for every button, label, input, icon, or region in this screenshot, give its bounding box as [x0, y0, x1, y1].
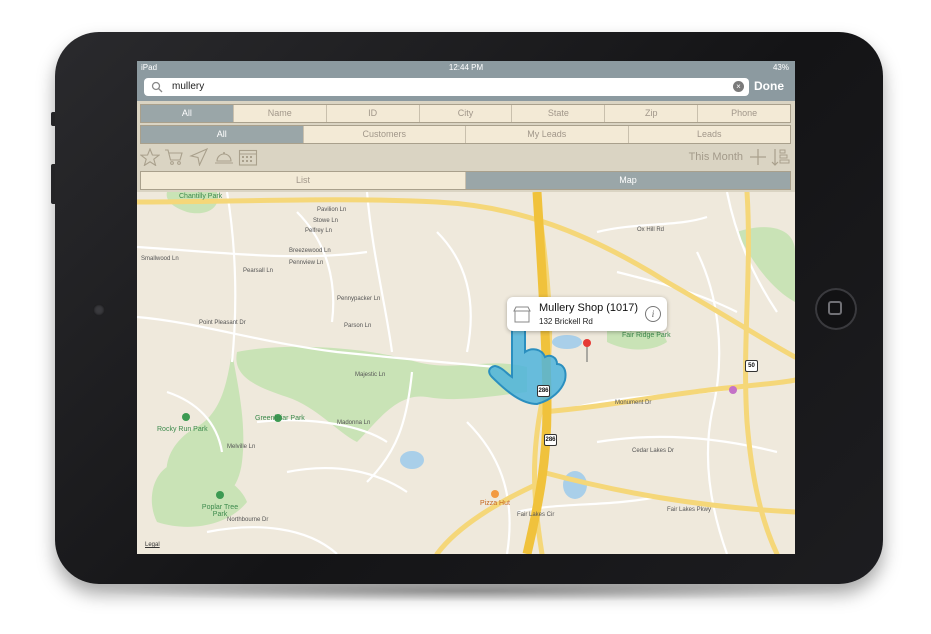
field-filter-name[interactable]: Name	[233, 105, 327, 122]
view-toggle: List Map	[140, 171, 791, 190]
sort-icon[interactable]	[771, 147, 791, 167]
front-camera	[93, 304, 105, 316]
service-bell-icon[interactable]	[214, 148, 234, 166]
pond-3	[552, 335, 582, 349]
road-label: Parson Ln	[344, 323, 372, 329]
search-input[interactable]: mullery ×	[144, 78, 749, 96]
park-label: Poplar Tree Park	[201, 504, 239, 518]
route-286-shield: 286	[537, 385, 550, 397]
road-label: Pelfrey Ln	[305, 228, 333, 234]
filter-header: mullery × Done All Name ID City State Zi…	[137, 74, 795, 192]
list-view-tab[interactable]: List	[141, 172, 466, 189]
road-label: Melville Ln	[227, 444, 256, 450]
app-screen: iPad 12:44 PM 43% mullery × Done All Nam…	[137, 61, 795, 554]
poi-marker-icon[interactable]	[729, 386, 737, 394]
road-label: Madonna Ln	[337, 420, 371, 426]
shop-icon	[513, 306, 531, 323]
type-filter-leads[interactable]: Leads	[628, 126, 790, 143]
map-canvas	[137, 192, 795, 554]
field-filter-zip[interactable]: Zip	[605, 105, 699, 122]
pond-2	[563, 471, 587, 499]
road-label: Ox Hill Rd	[637, 227, 665, 233]
navigate-icon[interactable]	[189, 148, 209, 166]
field-filter-all[interactable]: All	[141, 105, 234, 122]
cart-icon[interactable]	[164, 148, 184, 166]
location-pin-icon[interactable]	[583, 339, 591, 362]
route-50-shield: 50	[745, 360, 758, 372]
pizza-hut-label: Pizza Hut	[480, 500, 510, 507]
toolbar: This Month	[137, 146, 795, 168]
field-filter-state[interactable]: State	[512, 105, 606, 122]
park-label: Chantilly Park	[179, 193, 223, 200]
plus-icon[interactable]	[749, 148, 767, 166]
map-view[interactable]: 286 286 50 Chantilly Park Rocky Run Park…	[137, 192, 795, 554]
road-label: Pavilion Ln	[317, 207, 347, 213]
status-bar: iPad 12:44 PM 43%	[137, 61, 795, 74]
search-icon	[151, 81, 163, 93]
home-button[interactable]	[815, 288, 857, 330]
star-icon[interactable]	[140, 148, 160, 166]
callout-title: Mullery Shop (1017)	[539, 302, 639, 314]
type-filter-all[interactable]: All	[141, 126, 304, 143]
road-label: Majestic Ln	[355, 372, 386, 378]
field-filter-id[interactable]: ID	[326, 105, 420, 122]
map-view-tab[interactable]: Map	[466, 172, 790, 189]
road-label: Northbourne Dr	[227, 517, 269, 523]
park-label: Fair Ridge Park	[622, 332, 671, 339]
info-icon[interactable]: i	[645, 306, 661, 322]
road-label: Fair Lakes Pkwy	[667, 507, 712, 513]
home-square-icon	[828, 301, 842, 315]
rocky-run-park-marker-icon	[182, 413, 190, 421]
status-time: 12:44 PM	[448, 63, 484, 72]
park-label: Rocky Run Park	[157, 426, 208, 433]
period-label[interactable]: This Month	[689, 151, 743, 163]
type-filter-my-leads[interactable]: My Leads	[466, 126, 629, 143]
location-callout[interactable]: Mullery Shop (1017) 132 Brickell Rd i	[507, 297, 667, 331]
clear-search-icon[interactable]: ×	[733, 81, 744, 92]
type-filter-segment: All Customers My Leads Leads	[140, 125, 791, 144]
type-filter-customers[interactable]: Customers	[303, 126, 466, 143]
field-filter-city[interactable]: City	[419, 105, 513, 122]
calendar-icon[interactable]	[238, 148, 258, 166]
road-label: Pennypacker Ln	[337, 296, 381, 302]
field-filter-phone[interactable]: Phone	[698, 105, 791, 122]
legal-link[interactable]: Legal	[145, 542, 160, 548]
park-area-greenbriar	[236, 346, 527, 442]
battery-label: 43%	[772, 63, 789, 72]
field-filter-segment: All Name ID City State Zip Phone	[140, 104, 791, 123]
road-label: Pearsall Ln	[243, 268, 274, 274]
callout-address: 132 Brickell Rd	[539, 317, 593, 326]
road-label: Breezewood Ln	[289, 248, 331, 254]
road-label: Monument Dr	[615, 400, 652, 406]
road-label: Fair Lakes Cir	[517, 512, 555, 518]
search-bar: mullery × Done	[137, 74, 795, 101]
pizza-hut-marker-icon[interactable]	[491, 490, 499, 498]
pond-1	[400, 451, 424, 469]
route-286-shield-2: 286	[544, 434, 557, 446]
road-label: Pennview Ln	[289, 260, 324, 266]
road-label: Point Pleasant Dr	[199, 320, 246, 326]
park-label: Greenbriar Park	[255, 415, 305, 422]
search-query: mullery	[172, 81, 205, 92]
road-label: Stowe Ln	[313, 218, 339, 224]
poplar-tree-park-marker-icon	[216, 491, 224, 499]
road-label: Cedar Lakes Dr	[632, 448, 675, 454]
done-button[interactable]: Done	[754, 79, 784, 93]
road-label: Smallwood Ln	[141, 256, 179, 262]
